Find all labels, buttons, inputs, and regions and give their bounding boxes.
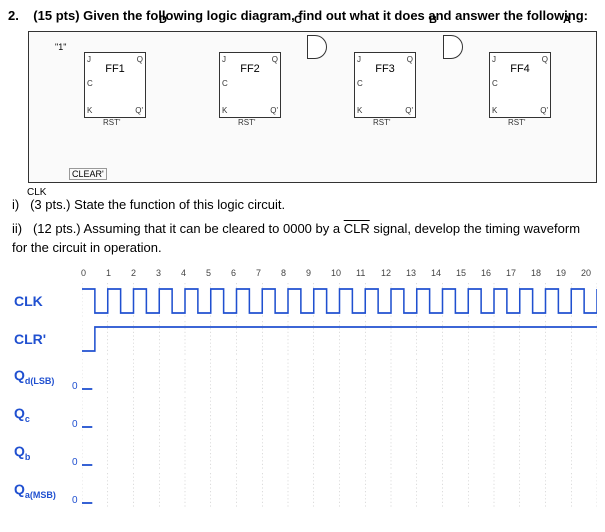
part-ii: ii) (12 pts.) Assuming that it can be cl… — [12, 219, 597, 258]
part-i: i) (3 pts.) State the function of this l… — [12, 195, 597, 215]
clear-label: CLEAR' — [69, 168, 107, 180]
tick-label: 7 — [256, 268, 280, 278]
wave-svg — [82, 283, 597, 319]
ff2-label: FF2 — [220, 63, 280, 75]
tick-label: 14 — [431, 268, 455, 278]
q-number: 2. — [8, 8, 19, 23]
flipflop-3: FF3 J Q C K Q' RST' — [354, 52, 416, 118]
tick-label: 3 — [156, 268, 180, 278]
tick-label: 15 — [456, 268, 480, 278]
clk-label: CLK — [27, 187, 46, 198]
initial-zero: 0 — [72, 495, 78, 506]
and-gate-2 — [443, 35, 463, 59]
one-label: "1" — [55, 42, 66, 52]
tick-label: 12 — [381, 268, 405, 278]
part-ii-pts: (12 pts.) — [33, 221, 81, 236]
flipflop-2: FF2 J Q C K Q' RST' — [219, 52, 281, 118]
input-d-label: D — [159, 14, 167, 26]
initial-zero: 0 — [72, 381, 78, 392]
timing-diagram: 01234567891011121314151617181920 CLKCLR'… — [14, 268, 597, 510]
part-ii-text1: Assuming that it can be cleared to 0000 … — [84, 221, 344, 236]
wave-svg — [82, 321, 597, 357]
question-header: 2. (15 pts) Given the following logic di… — [8, 8, 597, 23]
tick-label: 20 — [581, 268, 605, 278]
tick-label: 6 — [231, 268, 255, 278]
part-ii-label: ii) — [12, 221, 22, 236]
wave-row-clk: CLK — [14, 282, 597, 320]
tick-label: 17 — [506, 268, 530, 278]
tick-label: 18 — [531, 268, 555, 278]
tick-label: 8 — [281, 268, 305, 278]
wave-row-qb: Qb0 — [14, 434, 597, 472]
wave-label: CLR' — [14, 331, 82, 347]
tick-label: 19 — [556, 268, 580, 278]
tick-label: 5 — [206, 268, 230, 278]
initial-zero: 0 — [72, 419, 78, 430]
flipflop-4: FF4 J Q C K Q' RST' — [489, 52, 551, 118]
tick-label: 0 — [81, 268, 105, 278]
and-gate-1 — [307, 35, 327, 59]
part-i-pts: (3 pts.) — [30, 197, 70, 212]
wave-svg — [82, 397, 597, 433]
wave-svg — [82, 435, 597, 471]
ff3-label: FF3 — [355, 63, 415, 75]
wave-row-qa(msb): Qa(MSB)0 — [14, 472, 597, 510]
part-i-label: i) — [12, 197, 19, 212]
tick-label: 10 — [331, 268, 355, 278]
subparts: i) (3 pts.) State the function of this l… — [12, 195, 597, 258]
wave-row-qd(lsb): Qd(LSB)0 — [14, 358, 597, 396]
flipflop-1: FF1 J Q C K Q' RST' — [84, 52, 146, 118]
q-points: (15 pts) — [33, 8, 79, 23]
time-ticks: 01234567891011121314151617181920 — [84, 268, 597, 282]
input-b-label: B — [429, 14, 437, 26]
tick-label: 2 — [131, 268, 155, 278]
tick-label: 13 — [406, 268, 430, 278]
ff4-label: FF4 — [490, 63, 550, 75]
logic-diagram: D C B A "1" FF1 J Q C K Q' RST' FF2 J Q … — [28, 31, 597, 183]
wave-row-clr': CLR' — [14, 320, 597, 358]
wave-svg — [82, 473, 597, 509]
input-a-label: A — [563, 14, 571, 26]
wave-svg — [82, 359, 597, 395]
tick-label: 16 — [481, 268, 505, 278]
wave-row-qc: Qc0 — [14, 396, 597, 434]
input-c-label: C — [294, 14, 302, 26]
tick-label: 4 — [181, 268, 205, 278]
tick-label: 9 — [306, 268, 330, 278]
tick-label: 1 — [106, 268, 130, 278]
part-ii-signal: CLR — [344, 221, 370, 236]
ff1-label: FF1 — [85, 63, 145, 75]
initial-zero: 0 — [72, 457, 78, 468]
part-i-text: State the function of this logic circuit… — [74, 197, 285, 212]
tick-label: 11 — [356, 268, 380, 278]
wave-label: CLK — [14, 293, 82, 309]
